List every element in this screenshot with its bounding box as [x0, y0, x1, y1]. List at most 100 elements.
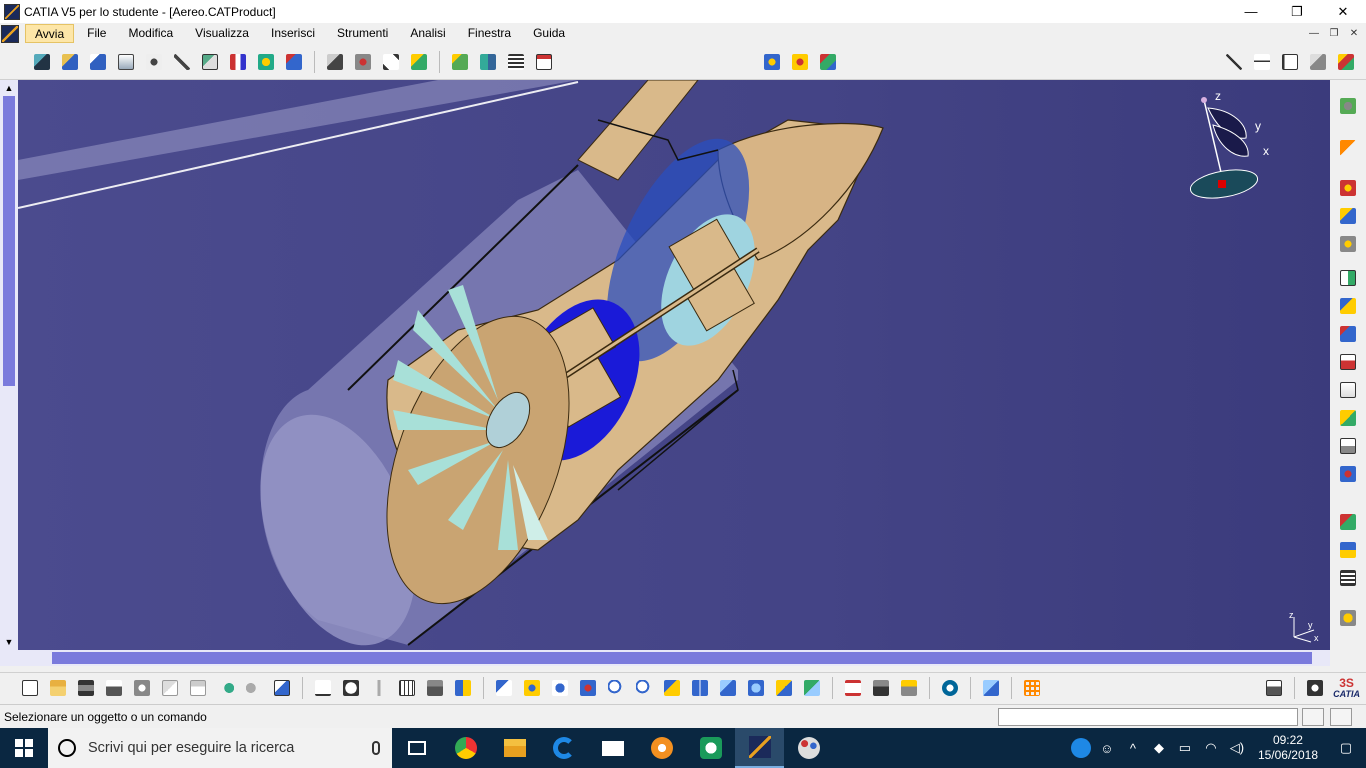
paint-icon[interactable]: [784, 728, 833, 768]
publication-icon[interactable]: [1337, 511, 1359, 533]
render-style-icon[interactable]: [745, 677, 767, 699]
scene-manager-icon[interactable]: [1337, 407, 1359, 429]
menu-inserisci[interactable]: Inserisci: [262, 24, 324, 43]
open-folder-icon[interactable]: [47, 677, 69, 699]
measure-item-icon[interactable]: [870, 677, 892, 699]
new-document-icon[interactable]: [19, 677, 41, 699]
reuse-pattern-icon[interactable]: [283, 51, 305, 73]
zoom-in-icon[interactable]: [605, 677, 627, 699]
task-view-icon[interactable]: [392, 728, 441, 768]
reorder-icon[interactable]: [1337, 351, 1359, 373]
clash-icon[interactable]: [477, 51, 499, 73]
fly-mode-icon[interactable]: [493, 677, 515, 699]
update-icon[interactable]: [255, 51, 277, 73]
flag-note-icon[interactable]: [1279, 51, 1301, 73]
dropbox-icon[interactable]: ◆: [1146, 740, 1172, 756]
select-arrow-icon[interactable]: [1337, 137, 1359, 159]
contact-constraint-icon[interactable]: [352, 51, 374, 73]
doc-minimize-button[interactable]: —: [1306, 25, 1322, 41]
maximize-button[interactable]: ❐: [1274, 0, 1320, 23]
copy-icon[interactable]: [159, 677, 181, 699]
edge-icon[interactable]: [539, 728, 588, 768]
fast-multi-instantiation-icon[interactable]: [1337, 323, 1359, 345]
replace-component-icon[interactable]: [87, 51, 109, 73]
3d-viewport[interactable]: z y x z y x: [18, 80, 1330, 650]
graph-tree-reordering-icon[interactable]: [115, 51, 137, 73]
lock-icon[interactable]: [424, 677, 446, 699]
menu-analisi[interactable]: Analisi: [401, 24, 454, 43]
3d-annotation-icon[interactable]: [1307, 51, 1329, 73]
macro-icon[interactable]: [368, 677, 390, 699]
start-button[interactable]: [0, 728, 48, 768]
comment-icon[interactable]: [340, 677, 362, 699]
help-tray-icon[interactable]: [1068, 738, 1094, 758]
apply-material-icon[interactable]: [789, 51, 811, 73]
sectioning-icon[interactable]: [449, 51, 471, 73]
catalog-icon[interactable]: [452, 677, 474, 699]
table-icon[interactable]: [396, 677, 418, 699]
close-button[interactable]: ✕: [1320, 0, 1366, 23]
hide-show-icon[interactable]: [773, 677, 795, 699]
jet-engine-model[interactable]: z y x z y x: [18, 80, 1330, 650]
whatsapp-icon[interactable]: [686, 728, 735, 768]
orange-app-icon[interactable]: [637, 728, 686, 768]
menu-avvia[interactable]: Avvia: [25, 24, 75, 43]
annotation-text-icon[interactable]: [1223, 51, 1245, 73]
manage-representations-icon[interactable]: [1337, 267, 1359, 289]
new-part-icon[interactable]: [31, 51, 53, 73]
wifi-icon[interactable]: ◠: [1198, 740, 1224, 756]
normal-view-icon[interactable]: [661, 677, 683, 699]
orientation-compass[interactable]: z y x: [1188, 89, 1269, 203]
minimize-button[interactable]: —: [1228, 0, 1274, 23]
menu-visualizza[interactable]: Visualizza: [186, 24, 258, 43]
show-hidden-icons-chevron-icon[interactable]: ^: [1120, 741, 1146, 756]
document-icon[interactable]: [1, 24, 19, 43]
knowledge-wizard-icon[interactable]: [939, 677, 961, 699]
scroll-down-arrow-icon[interactable]: ▼: [3, 636, 15, 648]
existing-component-icon[interactable]: [59, 51, 81, 73]
distance-band-icon[interactable]: [505, 51, 527, 73]
menu-finestra[interactable]: Finestra: [459, 24, 520, 43]
menu-strumenti[interactable]: Strumenti: [328, 24, 397, 43]
selective-load-icon[interactable]: [1337, 233, 1359, 255]
snap-icon[interactable]: [171, 51, 193, 73]
horizontal-scrollbar[interactable]: [0, 650, 1330, 666]
doc-close-button[interactable]: ✕: [1346, 25, 1362, 41]
multi-view-icon[interactable]: [689, 677, 711, 699]
measure-icon[interactable]: [533, 51, 555, 73]
paste-icon[interactable]: [187, 677, 209, 699]
isometric-view-icon[interactable]: [717, 677, 739, 699]
constraint-analysis-icon[interactable]: [1337, 463, 1359, 485]
product-structure-icon[interactable]: [1337, 177, 1359, 199]
offset-constraint-icon[interactable]: [380, 51, 402, 73]
save-management-icon[interactable]: [1337, 539, 1359, 561]
redo-icon[interactable]: [243, 677, 265, 699]
knowledge-template-icon[interactable]: [1337, 435, 1359, 457]
workbench-gears-icon[interactable]: [1337, 95, 1359, 117]
zoom-out-icon[interactable]: [633, 677, 655, 699]
whats-this-icon[interactable]: [271, 677, 293, 699]
mail-icon[interactable]: [588, 728, 637, 768]
coincidence-constraint-icon[interactable]: [324, 51, 346, 73]
pan-icon[interactable]: [549, 677, 571, 699]
fit-all-icon[interactable]: [521, 677, 543, 699]
rotate-icon[interactable]: [577, 677, 599, 699]
people-icon[interactable]: ☺: [1094, 741, 1120, 756]
save-icon[interactable]: [75, 677, 97, 699]
battery-icon[interactable]: ▭: [1172, 740, 1198, 756]
swap-visible-space-icon[interactable]: [801, 677, 823, 699]
chrome-icon[interactable]: [441, 728, 490, 768]
microphone-icon[interactable]: [372, 741, 380, 755]
formula-icon[interactable]: [312, 677, 334, 699]
manipulate-icon[interactable]: [143, 51, 165, 73]
text-with-leader-icon[interactable]: [1251, 51, 1273, 73]
menu-guida[interactable]: Guida: [524, 24, 574, 43]
command-clear-button[interactable]: [1330, 708, 1352, 726]
scene-icon[interactable]: [817, 51, 839, 73]
command-input[interactable]: [998, 708, 1298, 726]
material-library-icon[interactable]: [980, 677, 1002, 699]
product-knowledge-icon[interactable]: [1335, 51, 1357, 73]
scroll-up-arrow-icon[interactable]: ▲: [3, 82, 15, 94]
grid-snap-icon[interactable]: [1021, 677, 1043, 699]
text-annotation-icon[interactable]: [1337, 379, 1359, 401]
